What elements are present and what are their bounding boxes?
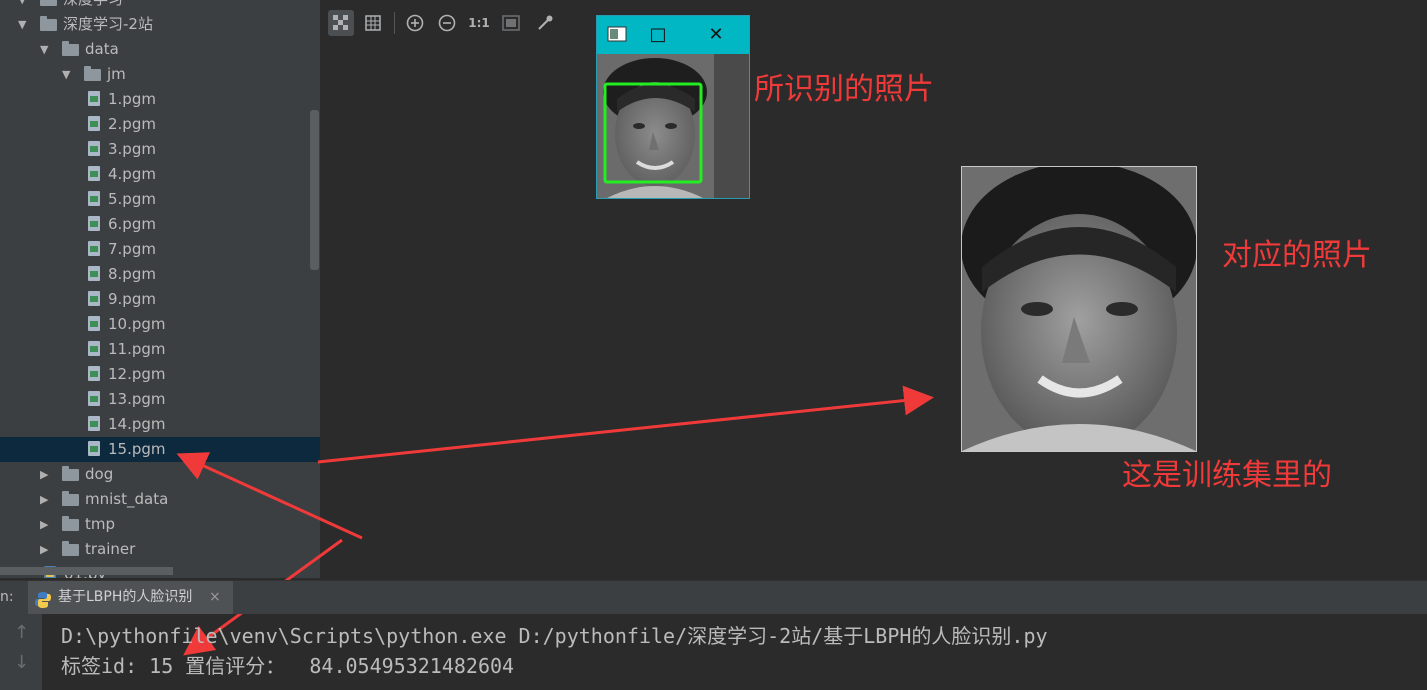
arrow-to-training-face [317, 385, 934, 464]
close-icon[interactable]: × [209, 581, 221, 614]
run-side-toolbar: ↑ ↓ [0, 614, 42, 690]
arrow-to-file [176, 452, 363, 540]
run-tab[interactable]: 基于LBPH的人脸识别 × [28, 581, 233, 614]
arrow-up-icon[interactable]: ↑ [14, 622, 29, 643]
console-output-line: 标签id: 15 置信评分： 84.05495321482604 [61, 654, 515, 678]
console-command-line: D:\pythonfile\venv\Scripts\python.exe D:… [61, 624, 1048, 648]
run-tab-label: 基于LBPH的人脸识别 [58, 589, 193, 605]
run-prefix: n: [0, 589, 14, 605]
arrow-down-icon[interactable]: ↓ [14, 652, 29, 673]
run-tab-bar: n: 基于LBPH的人脸识别 × [0, 580, 1427, 614]
